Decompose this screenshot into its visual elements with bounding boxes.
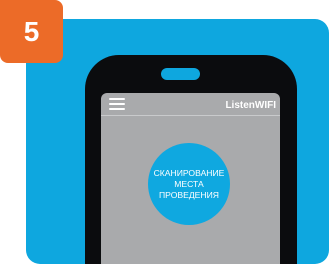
hamburger-menu-icon[interactable] (109, 97, 125, 111)
menu-line (109, 98, 125, 100)
header-divider (101, 115, 280, 116)
scan-button-line-2: МЕСТА (174, 178, 204, 189)
scan-venue-button[interactable]: СКАНИРОВАНИЕ МЕСТА ПРОВЕДЕНИЯ (148, 143, 230, 225)
phone-screen: ListenWIFI СКАНИРОВАНИЕ МЕСТА ПРОВЕДЕНИЯ (101, 93, 280, 264)
illustration-frame: ListenWIFI СКАНИРОВАНИЕ МЕСТА ПРОВЕДЕНИЯ… (0, 0, 329, 264)
phone-speaker (161, 68, 200, 80)
menu-line (109, 108, 125, 110)
step-number-badge: 5 (0, 0, 63, 63)
blue-panel: ListenWIFI СКАНИРОВАНИЕ МЕСТА ПРОВЕДЕНИЯ (26, 19, 329, 264)
scan-button-line-1: СКАНИРОВАНИЕ (153, 167, 225, 178)
scan-button-line-3: ПРОВЕДЕНИЯ (158, 189, 219, 200)
menu-line (109, 103, 125, 105)
phone-device: ListenWIFI СКАНИРОВАНИЕ МЕСТА ПРОВЕДЕНИЯ (85, 55, 297, 264)
app-header: ListenWIFI (101, 93, 280, 117)
app-title: ListenWIFI (225, 100, 276, 111)
